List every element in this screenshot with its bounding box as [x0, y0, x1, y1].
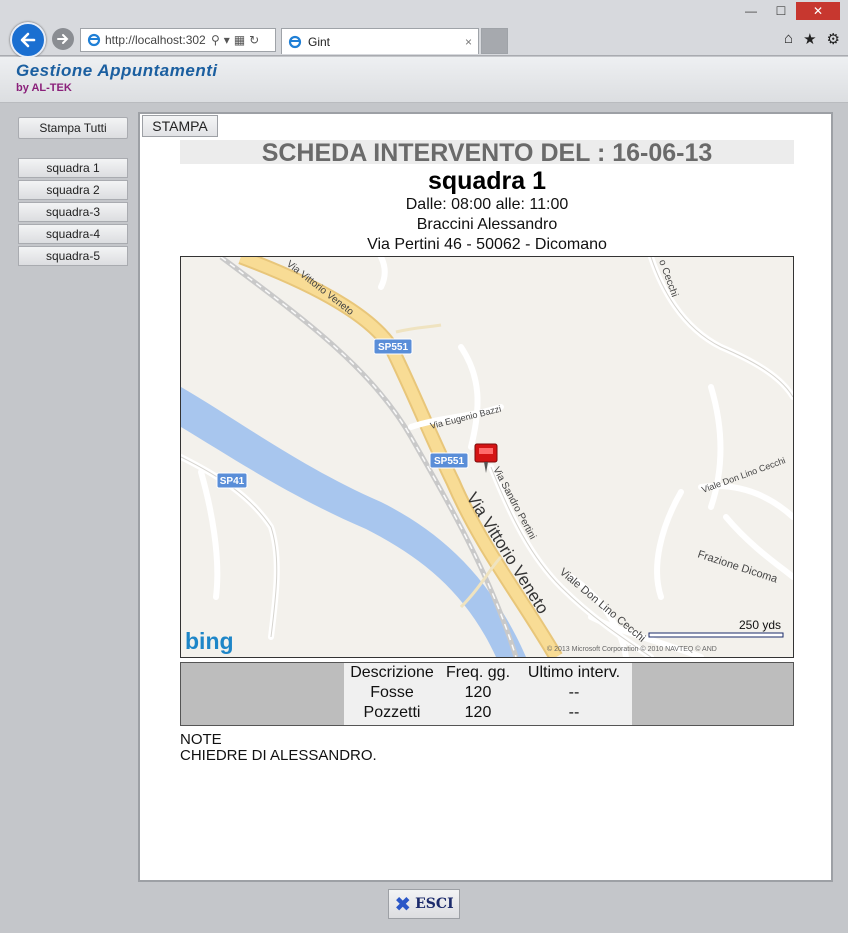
services-table: Descrizione Freq. gg. Ultimo interv. Fos…	[344, 663, 632, 725]
scale-label: 250 yds	[739, 618, 781, 632]
table-header: Descrizione Freq. gg. Ultimo interv.	[344, 663, 632, 683]
notes-section: NOTE CHIEDRE DI ALESSANDRO.	[180, 732, 377, 764]
settings-icon[interactable]: ⚙	[827, 30, 840, 48]
col-header-frequency: Freq. gg.	[445, 664, 511, 681]
sp41-shield: SP41	[216, 472, 248, 489]
ie-page-icon	[87, 33, 101, 47]
cell-description: Fosse	[370, 684, 414, 701]
address-bar[interactable]: http://localhost:302 ⚲ ▾ ▦ ↻	[80, 28, 276, 52]
notes-text: CHIEDRE DI ALESSANDRO.	[180, 747, 377, 764]
favorites-icon[interactable]: ★	[803, 30, 816, 48]
compat-view-icon[interactable]: ▦	[234, 33, 245, 47]
dropdown-icon[interactable]: ▾	[224, 33, 230, 47]
sidebar-item-squadra-5[interactable]: squadra-5	[18, 246, 128, 266]
main-panel: STAMPA SCHEDA INTERVENTO DEL : 16-06-13 …	[138, 112, 833, 882]
browser-tab[interactable]: Gint ×	[281, 28, 479, 54]
forward-button[interactable]	[52, 28, 74, 50]
sidebar-item-squadra-2[interactable]: squadra 2	[18, 180, 128, 200]
sp551-shield-b: SP551	[429, 452, 469, 469]
sidebar-item-squadra-3[interactable]: squadra-3	[18, 202, 128, 222]
map-copyright: © 2013 Microsoft Corporation © 2010 NAVT…	[547, 645, 717, 653]
time-range: Dalle: 08:00 alle: 11:00	[405, 196, 569, 213]
services-table-wrapper: Descrizione Freq. gg. Ultimo interv. Fos…	[180, 662, 794, 726]
app-header: Gestione Appuntamenti by AL-TEK	[0, 57, 848, 103]
forward-arrow-icon	[57, 34, 69, 44]
close-tab-icon[interactable]: ×	[465, 35, 472, 49]
exit-button[interactable]: ✖ ESCI	[388, 889, 460, 919]
back-arrow-icon	[20, 32, 36, 48]
table-row: Pozzetti 120 --	[344, 703, 632, 723]
window-controls: — ☐ ✕	[736, 2, 840, 20]
notes-title: NOTE	[180, 731, 222, 748]
browser-chrome: — ☐ ✕ http://localhost:302 ⚲ ▾ ▦ ↻ Gint …	[0, 0, 848, 58]
tab-title: Gint	[308, 34, 331, 49]
refresh-icon[interactable]: ↻	[249, 33, 259, 47]
browser-tools: ⌂ ★ ⚙	[784, 30, 840, 48]
print-all-button[interactable]: Stampa Tutti	[18, 117, 128, 139]
print-button[interactable]: STAMPA	[142, 115, 218, 137]
back-button[interactable]	[10, 22, 46, 58]
cell-last-intervention: --	[568, 704, 580, 721]
page-title: SCHEDA INTERVENTO DEL : 16-06-13	[180, 140, 794, 166]
col-header-last-intervention: Ultimo interv.	[527, 664, 621, 681]
cell-description: Pozzetti	[363, 704, 421, 721]
search-icon[interactable]: ⚲	[211, 33, 220, 47]
close-x-icon: ✖	[394, 892, 412, 916]
sp551-shield-a: SP551	[373, 338, 413, 355]
maximize-button[interactable]: ☐	[766, 2, 796, 20]
map-canvas[interactable]: SP551 SP551 SP41 Via Vittorio Veneto Via…	[181, 257, 793, 657]
url-text[interactable]: http://localhost:302	[105, 33, 207, 47]
col-header-description: Descrizione	[350, 664, 434, 681]
sp551-label-b: SP551	[434, 456, 464, 467]
sp551-label-a: SP551	[378, 342, 408, 353]
close-window-button[interactable]: ✕	[796, 2, 840, 20]
exit-label: ESCI	[415, 896, 454, 912]
app-subtitle: by AL-TEK	[16, 82, 72, 94]
cell-frequency: 120	[464, 684, 492, 701]
team-name: squadra 1	[427, 167, 547, 195]
sidebar: Stampa Tutti squadra 1 squadra 2 squadra…	[0, 104, 136, 884]
cell-last-intervention: --	[568, 684, 580, 701]
home-icon[interactable]: ⌂	[784, 30, 793, 48]
minimize-button[interactable]: —	[736, 2, 766, 20]
cell-frequency: 120	[464, 704, 492, 721]
table-row: Fosse 120 --	[344, 683, 632, 703]
app-title: Gestione Appuntamenti	[16, 61, 218, 80]
sp41-label: SP41	[220, 476, 245, 487]
sidebar-item-squadra-1[interactable]: squadra 1	[18, 158, 128, 178]
map-view[interactable]: SP551 SP551 SP41 Via Vittorio Veneto Via…	[180, 256, 794, 658]
sidebar-item-squadra-4[interactable]: squadra-4	[18, 224, 128, 244]
new-tab-button[interactable]	[481, 28, 508, 54]
customer-address: Via Pertini 46 - 50062 - Dicomano	[367, 236, 607, 253]
ie-tab-icon	[288, 35, 302, 48]
bing-logo: bing	[185, 628, 234, 654]
customer-name: Braccini Alessandro	[416, 216, 558, 233]
